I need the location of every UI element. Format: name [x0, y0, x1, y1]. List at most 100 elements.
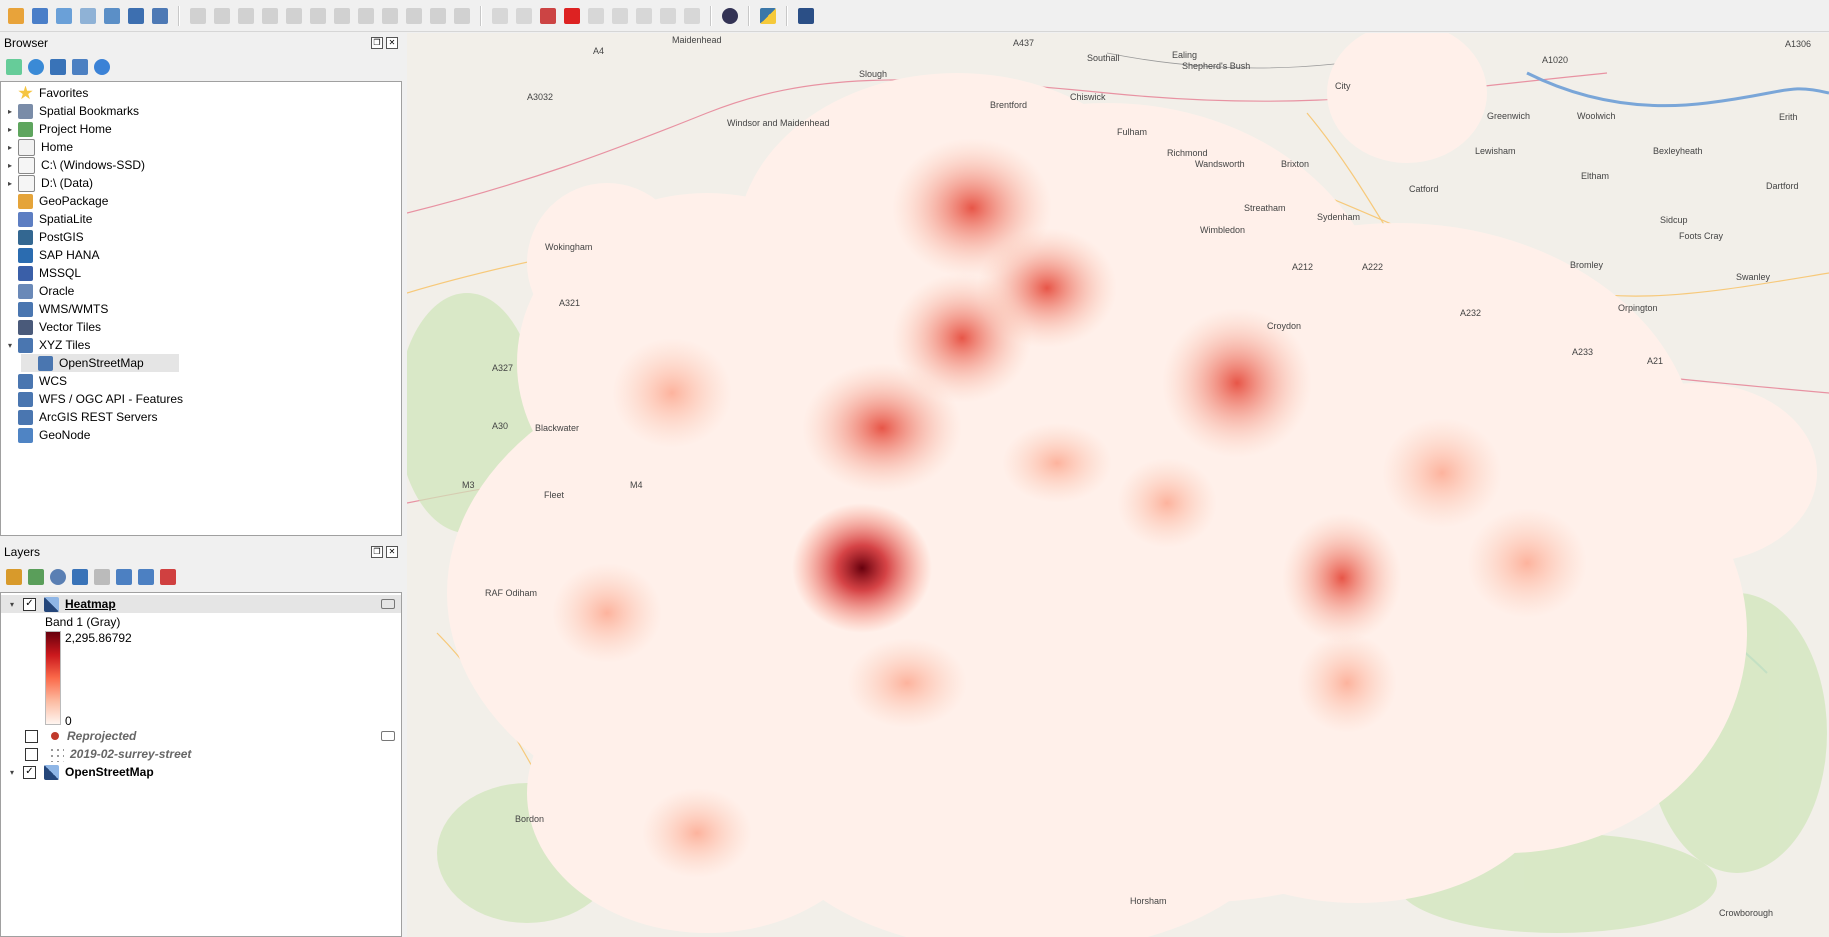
browser-item-openstreetmap[interactable]: OpenStreetMap [1, 354, 401, 372]
browser-item-xyz-tiles[interactable]: ▾ XYZ Tiles [1, 336, 401, 354]
filter-expression-icon[interactable] [94, 569, 110, 585]
layers-panel-title: Layers [4, 545, 41, 559]
map-place-label: Foots Cray [1679, 231, 1724, 241]
bookmark-icon [18, 103, 33, 119]
undo-button[interactable] [427, 5, 449, 27]
close-panel-button[interactable]: ✕ [386, 37, 398, 49]
pin-label-icon [540, 7, 556, 24]
browser-item-mssql[interactable]: MSSQL [1, 264, 401, 282]
cut-button[interactable] [355, 5, 377, 27]
browser-item-sap-hana[interactable]: SAP HANA [1, 246, 401, 264]
modify-attributes-button[interactable] [307, 5, 329, 27]
layer-visibility-checkbox[interactable] [25, 747, 38, 761]
edit-pencil-button[interactable] [211, 5, 233, 27]
browser-item-c-windows-ssd[interactable]: ▸ C:\ (Windows-SSD) [1, 156, 401, 174]
expand-arrow-icon[interactable]: ▸ [5, 142, 15, 152]
label-abc-button[interactable] [561, 5, 583, 27]
refresh-icon[interactable] [28, 59, 44, 75]
browser-item-spatial-bookmarks[interactable]: ▸ Spatial Bookmarks [1, 102, 401, 120]
label-pin-button[interactable] [537, 5, 559, 27]
browser-item-d-data[interactable]: ▸ D:\ (Data) [1, 174, 401, 192]
browser-item-project-home[interactable]: ▸ Project Home [1, 120, 401, 138]
redo-button[interactable] [451, 5, 473, 27]
wcs-icon [18, 373, 33, 389]
collapse-all-icon[interactable] [138, 569, 154, 585]
style-brush-icon[interactable] [6, 569, 22, 585]
add-group-icon[interactable] [28, 569, 44, 585]
browser-item-wfs-ogc-api-features[interactable]: WFS / OGC API - Features [1, 390, 401, 408]
float-panel-button[interactable]: ❐ [371, 546, 383, 558]
float-panel-button[interactable]: ❐ [371, 37, 383, 49]
browser-item-arcgis-rest-servers[interactable]: ArcGIS REST Servers [1, 408, 401, 426]
browser-item-favorites[interactable]: Favorites [1, 84, 401, 102]
layer-row-reprojected[interactable]: Reprojected [1, 727, 401, 745]
collapse-arrow-icon[interactable]: ▾ [7, 767, 17, 777]
layer-visibility-checkbox[interactable]: ✓ [23, 597, 36, 611]
add-vector-layer-button[interactable] [53, 5, 75, 27]
embedded-widget-icon[interactable] [381, 731, 395, 741]
label-tool-button[interactable] [489, 5, 511, 27]
diagram-tool-button[interactable] [513, 5, 535, 27]
browser-item-postgis[interactable]: PostGIS [1, 228, 401, 246]
eye-icon[interactable] [50, 569, 66, 585]
filter-icon[interactable] [72, 569, 88, 585]
browser-item-wcs[interactable]: WCS [1, 372, 401, 390]
copy-button[interactable] [379, 5, 401, 27]
layer-visibility-checkbox[interactable]: ✓ [23, 765, 36, 779]
expand-all-icon[interactable] [116, 569, 132, 585]
expand-arrow-icon[interactable]: ▸ [5, 178, 15, 188]
layer-row-surrey-street[interactable]: 2019-02-surrey-street [1, 745, 401, 763]
label-show-hide-button[interactable] [657, 5, 679, 27]
label-change-button[interactable] [633, 5, 655, 27]
data-source-manager-button[interactable] [5, 5, 27, 27]
layer-row-openstreetmap[interactable]: ▾ ✓ OpenStreetMap [1, 763, 401, 781]
label-pin-all-button[interactable] [681, 5, 703, 27]
add-layer-button[interactable] [101, 5, 123, 27]
save-layer-button[interactable] [125, 5, 147, 27]
delete-selected-button[interactable] [331, 5, 353, 27]
collapse-all-icon[interactable] [72, 59, 88, 75]
expand-arrow-icon[interactable]: ▸ [5, 106, 15, 116]
vertex-tool-button[interactable] [283, 5, 305, 27]
add-selected-layers-icon[interactable] [6, 59, 22, 75]
remove-layer-icon[interactable] [160, 569, 176, 585]
browser-item-geopackage[interactable]: GeoPackage [1, 192, 401, 210]
python-console-button[interactable] [757, 5, 779, 27]
digitize-button[interactable] [77, 5, 99, 27]
label-rotate-button[interactable] [609, 5, 631, 27]
browser-item-oracle[interactable]: Oracle [1, 282, 401, 300]
browser-item-home[interactable]: ▸ Home [1, 138, 401, 156]
browser-item-geonode[interactable]: GeoNode [1, 426, 401, 444]
virtual-layer-button[interactable] [149, 5, 171, 27]
browser-item-spatialite[interactable]: SpatiaLite [1, 210, 401, 228]
label-toolbar [488, 0, 704, 31]
browser-item-wms-wmts[interactable]: WMS/WMTS [1, 300, 401, 318]
filter-icon[interactable] [50, 59, 66, 75]
layer-visibility-checkbox[interactable] [25, 729, 38, 743]
expand-arrow-icon[interactable]: ▸ [5, 124, 15, 134]
expand-arrow-icon[interactable]: ▸ [5, 160, 15, 170]
embedded-widget-icon[interactable] [381, 599, 395, 609]
help-button[interactable] [795, 5, 817, 27]
collapse-arrow-icon[interactable]: ▾ [7, 599, 17, 609]
info-icon[interactable] [94, 59, 110, 75]
browser-item-label: Oracle [39, 284, 75, 298]
save-edits-button[interactable] [235, 5, 257, 27]
close-panel-button[interactable]: ✕ [386, 546, 398, 558]
project-toolbar [4, 0, 172, 31]
layer-row-heatmap[interactable]: ▾ ✓ Heatmap [1, 595, 401, 613]
add-feature-button[interactable] [259, 5, 281, 27]
browser-item-vector-tiles[interactable]: Vector Tiles [1, 318, 401, 336]
toggle-editing-button[interactable] [187, 5, 209, 27]
map-place-label: Southall [1087, 53, 1120, 63]
plugin-button[interactable] [719, 5, 741, 27]
label-move-button[interactable] [585, 5, 607, 27]
paste-button[interactable] [403, 5, 425, 27]
save-icon [128, 7, 144, 24]
collapse-arrow-icon[interactable]: ▾ [5, 340, 15, 350]
map-place-label: A327 [492, 363, 514, 373]
browser-item-label: WCS [39, 374, 67, 388]
project-folder-icon [18, 121, 33, 137]
map-canvas[interactable]: Maidenhead A437 Southall Ealing Shepherd's B… [407, 33, 1829, 937]
new-geopackage-button[interactable] [29, 5, 51, 27]
